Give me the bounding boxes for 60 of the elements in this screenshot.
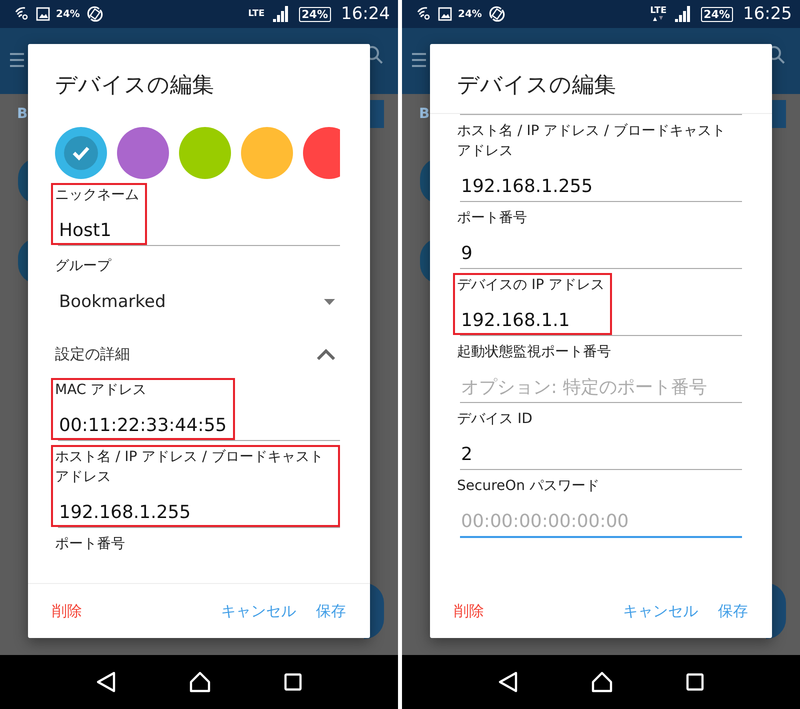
signal-icon xyxy=(672,5,691,23)
field-label: MAC アドレス xyxy=(55,381,148,400)
back-icon[interactable] xyxy=(498,671,518,693)
field-label: ニックネーム xyxy=(55,186,139,205)
status-time: 16:25 xyxy=(743,4,792,24)
battery-indicator: 24% xyxy=(700,6,733,22)
status-percent: 24% xyxy=(458,8,482,20)
search-icon[interactable] xyxy=(772,46,786,66)
search-icon[interactable] xyxy=(370,46,384,66)
color-swatch[interactable] xyxy=(55,127,107,179)
field-label: ホスト名 / IP アドレス / ブロードキャストアドレス xyxy=(457,122,726,161)
dialog-title: デバイスの編集 xyxy=(55,73,214,98)
field-label: SecureOn パスワード xyxy=(457,477,600,496)
dropdown[interactable]: Bookmarked xyxy=(55,290,340,314)
menu-icon[interactable] xyxy=(412,52,426,68)
field-label: ポート番号 xyxy=(55,535,125,554)
input-field[interactable]: 00:11:22:33:44:55 xyxy=(55,414,227,438)
input-field[interactable]: 192.168.1.255 xyxy=(55,501,332,525)
color-swatch[interactable] xyxy=(117,127,169,179)
field-label: グループ xyxy=(55,257,112,276)
color-swatch[interactable] xyxy=(179,127,231,179)
home-icon[interactable] xyxy=(590,671,613,693)
battery-indicator: 24% xyxy=(298,6,331,22)
image-icon xyxy=(438,7,452,21)
list-header: B xyxy=(419,106,430,122)
data-activity-icon xyxy=(652,16,664,21)
input-field[interactable]: 2 xyxy=(457,443,532,467)
section-toggle[interactable]: 設定の詳細 xyxy=(55,334,340,374)
input-field[interactable]: Host1 xyxy=(55,219,139,243)
field-label: ポート番号 xyxy=(457,209,527,228)
check-icon xyxy=(64,136,98,170)
image-icon xyxy=(36,7,50,21)
status-percent: 24% xyxy=(56,8,80,20)
recents-icon[interactable] xyxy=(686,673,704,691)
input-field[interactable]: 192.168.1.1 xyxy=(457,309,604,333)
dialog-title: デバイスの編集 xyxy=(457,73,616,98)
input-field[interactable]: 9 xyxy=(457,242,527,266)
list-header: B xyxy=(17,106,28,122)
input-field[interactable]: 192.168.1.255 xyxy=(457,175,734,199)
dialog-button[interactable]: 削除 xyxy=(444,594,494,628)
caret-icon xyxy=(324,299,335,305)
back-icon[interactable] xyxy=(96,671,116,693)
field-label: 起動状態監視ポート番号 xyxy=(457,343,612,362)
home-icon[interactable] xyxy=(188,671,211,693)
rotate-icon xyxy=(86,5,104,23)
network-type: LTE xyxy=(248,10,265,18)
color-swatch[interactable] xyxy=(241,127,293,179)
menu-icon[interactable] xyxy=(10,52,24,68)
signal-icon xyxy=(270,5,289,23)
wifi-icon xyxy=(14,6,30,22)
field-label: デバイスの IP アドレス xyxy=(457,276,604,295)
color-swatch[interactable] xyxy=(303,127,340,179)
field-label: デバイス ID xyxy=(457,410,532,429)
dialog-button[interactable]: 削除 xyxy=(42,594,92,628)
recents-icon[interactable] xyxy=(284,673,302,691)
rotate-icon xyxy=(488,5,506,23)
wifi-icon xyxy=(416,6,432,22)
network-type: LTE xyxy=(650,7,667,16)
status-time: 16:24 xyxy=(341,4,390,24)
field-label: ホスト名 / IP アドレス / ブロードキャストアドレス xyxy=(55,448,324,487)
